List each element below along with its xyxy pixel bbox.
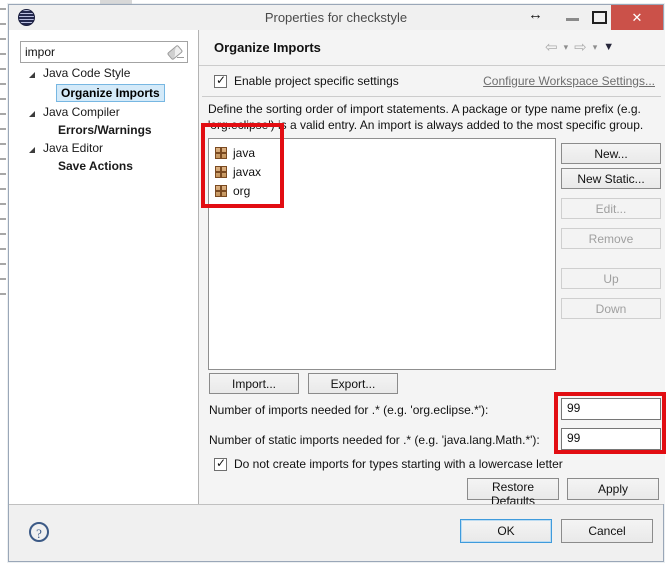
lowercase-imports-label: Do not create imports for types starting… (234, 457, 563, 471)
description-line1: Define the sorting order of import state… (208, 102, 641, 116)
back-arrow-icon[interactable]: ⇦ (545, 38, 558, 56)
eclipse-logo-icon (18, 9, 35, 26)
sidebar-item-java-compiler[interactable]: Java Compiler (43, 105, 120, 119)
enable-project-settings-label: Enable project specific settings (234, 74, 399, 88)
apply-button[interactable]: Apply (567, 478, 659, 500)
page-title: Organize Imports (214, 40, 321, 55)
forward-arrow-icon[interactable]: ⇨ (574, 38, 587, 56)
sidebar-item-java-code-style[interactable]: Java Code Style (43, 66, 130, 80)
minimize-icon[interactable] (566, 18, 579, 21)
imports-threshold-label: Number of imports needed for .* (e.g. 'o… (209, 403, 488, 417)
export-button[interactable]: Export... (308, 373, 398, 394)
configure-workspace-settings-link[interactable]: Configure Workspace Settings... (483, 74, 655, 88)
search-input[interactable] (25, 43, 160, 61)
new-button[interactable]: New... (561, 143, 661, 164)
sidebar-item-organize-imports[interactable]: Organize Imports (56, 84, 165, 102)
checkmark-icon: ✓ (216, 73, 226, 87)
annotation-box-import-thresholds (554, 392, 666, 454)
back-dropdown-icon[interactable]: ▾ (564, 42, 569, 53)
title-bar[interactable]: Properties for checkstyle ↔ ✕ (9, 5, 663, 30)
enable-project-settings-checkbox[interactable]: ✓ (214, 75, 227, 88)
filter-search-box[interactable] (20, 41, 188, 63)
sidebar-item-errors-warnings[interactable]: Errors/Warnings (58, 123, 152, 137)
background-window-edge (0, 8, 6, 308)
close-button[interactable]: ✕ (611, 5, 663, 30)
clear-search-icon[interactable] (167, 45, 184, 61)
resize-arrows-icon[interactable]: ↔ (528, 6, 543, 23)
sidebar-item-java-editor[interactable]: Java Editor (43, 141, 103, 155)
settings-divider (202, 96, 661, 97)
dialog-title: Properties for checkstyle (9, 5, 663, 30)
properties-dialog: Properties for checkstyle ↔ ✕ Java Code … (8, 4, 664, 562)
down-button: Down (561, 298, 661, 319)
restore-defaults-button[interactable]: Restore Defaults (467, 478, 559, 500)
static-imports-threshold-label: Number of static imports needed for .* (… (209, 433, 540, 447)
checkmark-icon: ✓ (216, 456, 226, 470)
up-button: Up (561, 268, 661, 289)
maximize-icon[interactable] (592, 11, 607, 24)
remove-button: Remove (561, 228, 661, 249)
header-divider (199, 65, 665, 66)
ok-button[interactable]: OK (460, 519, 552, 543)
tree-expander-icon[interactable] (29, 147, 35, 153)
import-button[interactable]: Import... (209, 373, 299, 394)
sidebar-item-save-actions[interactable]: Save Actions (58, 159, 133, 173)
view-menu-icon[interactable]: ▼ (603, 41, 614, 53)
forward-dropdown-icon[interactable]: ▾ (593, 42, 598, 53)
clear-search-icon-line (177, 57, 184, 58)
new-static-button[interactable]: New Static... (561, 168, 661, 189)
cancel-button[interactable]: Cancel (561, 519, 653, 543)
edit-button: Edit... (561, 198, 661, 219)
lowercase-imports-checkbox[interactable]: ✓ (214, 458, 227, 471)
help-icon[interactable]: ? (29, 522, 49, 542)
tree-expander-icon[interactable] (29, 111, 35, 117)
tree-expander-icon[interactable] (29, 72, 35, 78)
annotation-box-import-groups (201, 123, 284, 208)
